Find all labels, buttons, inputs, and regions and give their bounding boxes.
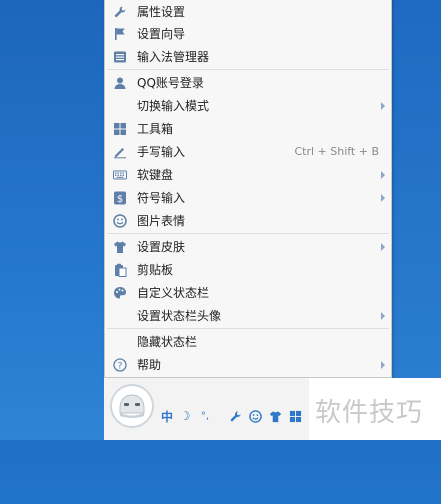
help-icon: ? bbox=[113, 358, 127, 372]
watermark: 软件技巧 bbox=[309, 378, 441, 440]
chinese-mode-toggle[interactable]: 中 bbox=[160, 409, 174, 424]
toolbox-grid-icon bbox=[113, 122, 127, 136]
submenu-arrow-icon bbox=[381, 194, 385, 202]
menu-item-clipboard[interactable]: 剪贴板 bbox=[105, 259, 391, 281]
flag-icon bbox=[113, 27, 127, 41]
menu-item-properties[interactable]: 属性设置 bbox=[105, 1, 391, 23]
menu-item-qq-login[interactable]: QQ账号登录 bbox=[105, 72, 391, 94]
menu-item-label: 符号输入 bbox=[137, 191, 186, 205]
menu-item-handwriting[interactable]: 手写输入 Ctrl + Shift + B bbox=[105, 141, 391, 163]
menu-item-label: 帮助 bbox=[137, 358, 162, 372]
submenu-arrow-icon bbox=[381, 243, 385, 251]
clipboard-icon bbox=[113, 263, 127, 277]
menu-separator bbox=[107, 233, 389, 234]
shortcut-text: Ctrl + Shift + B bbox=[294, 145, 379, 158]
svg-text:?: ? bbox=[118, 362, 123, 372]
menu-item-label: 自定义状态栏 bbox=[137, 286, 210, 300]
menu-item-label: 软键盘 bbox=[137, 168, 174, 182]
mascot-icon bbox=[119, 394, 145, 418]
toolbox-grid-icon[interactable] bbox=[288, 409, 302, 423]
menu-item-setup-wizard[interactable]: 设置向导 bbox=[105, 23, 391, 45]
pencil-icon bbox=[113, 145, 127, 159]
menu-item-label: QQ账号登录 bbox=[137, 76, 204, 90]
desktop-background-right bbox=[392, 0, 441, 378]
menu-item-toolbox[interactable]: 工具箱 bbox=[105, 118, 391, 140]
smiley-icon[interactable] bbox=[248, 409, 262, 423]
menu-item-label: 工具箱 bbox=[137, 122, 174, 136]
menu-item-label: 图片表情 bbox=[137, 214, 186, 228]
menu-item-soft-keyboard[interactable]: 软键盘 bbox=[105, 164, 391, 186]
submenu-arrow-icon bbox=[381, 361, 385, 369]
menu-item-custom-statusbar[interactable]: 自定义状态栏 bbox=[105, 282, 391, 304]
ime-context-menu: 属性设置 设置向导 输入法管理器 QQ账号登录 切换输入模式 工具箱 手写输入 … bbox=[104, 0, 392, 378]
menu-item-symbol-input[interactable]: $ 符号输入 bbox=[105, 187, 391, 209]
svg-text:$: $ bbox=[117, 194, 123, 205]
menu-item-hide-statusbar[interactable]: 隐藏状态栏 bbox=[105, 331, 391, 353]
submenu-arrow-icon bbox=[381, 312, 385, 320]
desktop-background-left bbox=[0, 0, 104, 440]
wrench-icon bbox=[113, 5, 127, 19]
watermark-text: 软件技巧 bbox=[315, 398, 424, 428]
menu-item-set-skin[interactable]: 设置皮肤 bbox=[105, 236, 391, 258]
menu-item-help[interactable]: ? 帮助 bbox=[105, 354, 391, 376]
user-icon bbox=[113, 76, 127, 90]
menu-item-label: 输入法管理器 bbox=[137, 50, 210, 64]
palette-icon bbox=[113, 286, 127, 300]
avatar[interactable] bbox=[110, 384, 154, 428]
menu-item-label: 设置状态栏头像 bbox=[137, 309, 222, 323]
dollar-symbol-icon: $ bbox=[113, 191, 127, 205]
submenu-arrow-icon bbox=[381, 102, 385, 110]
menu-item-ime-manager[interactable]: 输入法管理器 bbox=[105, 46, 391, 68]
menu-separator bbox=[107, 69, 389, 70]
keyboard-icon bbox=[113, 168, 127, 182]
shirt-icon bbox=[113, 240, 127, 254]
menu-item-label: 设置向导 bbox=[137, 27, 186, 41]
punctuation-toggle[interactable]: °, bbox=[198, 409, 212, 423]
shirt-icon[interactable] bbox=[268, 409, 282, 423]
menu-item-label: 隐藏状态栏 bbox=[137, 335, 198, 349]
moon-icon[interactable]: ☽ bbox=[178, 409, 192, 423]
menu-item-label: 手写输入 bbox=[137, 145, 186, 159]
menu-item-label: 切换输入模式 bbox=[137, 99, 210, 113]
wrench-icon[interactable] bbox=[228, 409, 242, 423]
smiley-icon bbox=[113, 214, 127, 228]
submenu-arrow-icon bbox=[381, 171, 385, 179]
manager-list-icon bbox=[113, 50, 127, 64]
menu-separator bbox=[107, 328, 389, 329]
menu-item-label: 属性设置 bbox=[137, 5, 186, 19]
menu-item-label: 设置皮肤 bbox=[137, 240, 186, 254]
menu-item-picture-emoji[interactable]: 图片表情 bbox=[105, 210, 391, 232]
menu-item-label: 剪贴板 bbox=[137, 263, 174, 277]
menu-item-switch-mode[interactable]: 切换输入模式 bbox=[105, 95, 391, 117]
menu-item-statusbar-avatar[interactable]: 设置状态栏头像 bbox=[105, 305, 391, 327]
